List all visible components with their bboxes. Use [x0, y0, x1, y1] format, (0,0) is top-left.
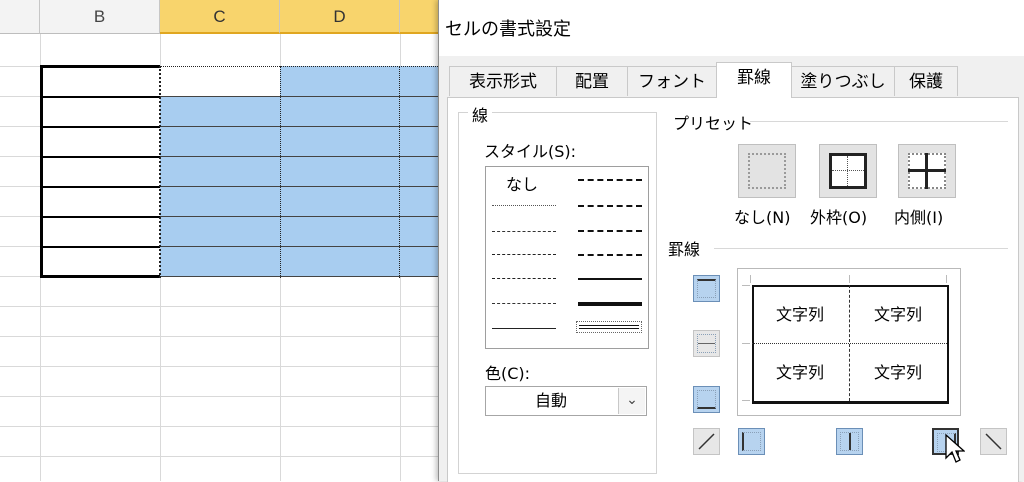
column-header-D[interactable]: D — [280, 0, 400, 34]
diagonal-up-icon — [697, 432, 716, 451]
border-inside-horizontal-button[interactable] — [693, 330, 720, 357]
border-bottom-icon — [697, 390, 716, 409]
border-left-button[interactable] — [738, 428, 765, 455]
preset-none-icon — [748, 153, 786, 189]
column-header-B[interactable]: B — [40, 0, 160, 34]
tab-fill[interactable]: 塗りつぶし — [791, 66, 895, 96]
preset-none-label[interactable]: なし(N) — [734, 204, 790, 228]
tab-font[interactable]: フォント — [627, 66, 717, 96]
border-inside-vertical-button[interactable] — [836, 428, 863, 455]
color-select[interactable]: 自動 ⌄ — [485, 386, 647, 416]
color-select-value: 自動 — [534, 391, 567, 410]
line-style-dash-dot-dot[interactable] — [492, 254, 556, 255]
selected-range[interactable] — [160, 66, 440, 276]
line-style-dashed[interactable] — [492, 303, 556, 304]
column-header-E-partial[interactable] — [400, 0, 440, 34]
line-style-medium-dash-dot[interactable] — [578, 230, 642, 232]
tab-number-format[interactable]: 表示形式 — [449, 66, 557, 96]
border-diagonal-down-button[interactable] — [980, 428, 1007, 455]
line-style-thick[interactable] — [578, 302, 642, 306]
preset-inside-icon — [908, 153, 946, 189]
tab-alignment[interactable]: 配置 — [556, 66, 628, 96]
preset-inside-label[interactable]: 内側(I) — [894, 204, 943, 228]
preset-none-button[interactable] — [738, 144, 796, 198]
column-header-A-partial[interactable] — [0, 0, 40, 34]
dialog-title: セルの書式設定 — [439, 0, 1024, 56]
border-tab-panel: 線 スタイル(S): なし 色(C): 自動 ⌄ プリセット なし(N) 外枠(… — [447, 97, 1019, 482]
presets-title: プリセット — [673, 114, 754, 133]
border-preview[interactable]: 文字列 文字列 文字列 文字列 — [737, 268, 961, 416]
line-style-list[interactable]: なし — [485, 166, 649, 349]
preview-text-2: 文字列 — [873, 305, 922, 324]
chevron-down-icon[interactable]: ⌄ — [618, 388, 645, 414]
preview-text-3: 文字列 — [775, 363, 824, 382]
color-label: 色(C): — [485, 364, 531, 383]
border-top-icon — [697, 279, 716, 298]
line-style-none[interactable]: なし — [506, 171, 538, 195]
border-title: 罫線 — [668, 240, 701, 259]
line-style-thin[interactable] — [492, 328, 556, 329]
line-group-title: 線 — [468, 102, 493, 126]
diagonal-down-icon — [984, 432, 1003, 451]
mouse-cursor-icon — [945, 434, 965, 463]
border-diagonal-up-button[interactable] — [693, 428, 720, 455]
line-style-double-selected[interactable] — [576, 321, 642, 333]
border-bottom-button[interactable] — [693, 386, 720, 413]
preview-text-1: 文字列 — [775, 305, 824, 324]
column-header-C[interactable]: C — [160, 0, 280, 34]
style-label: スタイル(S): — [484, 142, 577, 161]
line-style-hairline[interactable] — [492, 205, 556, 206]
tab-border[interactable]: 罫線 — [716, 62, 792, 98]
tab-protection[interactable]: 保護 — [894, 66, 958, 96]
preview-text-4: 文字列 — [873, 363, 922, 382]
line-style-dash-dot[interactable] — [492, 278, 556, 279]
border-top-button[interactable] — [693, 275, 720, 302]
format-cells-dialog: セルの書式設定 表示形式 配置 フォント 罫線 塗りつぶし 保護 線 スタイル(… — [438, 0, 1024, 482]
line-style-slant-dash-dot[interactable] — [578, 205, 642, 207]
preset-outline-button[interactable] — [819, 144, 877, 198]
line-style-dotted[interactable] — [492, 231, 556, 232]
line-style-medium-dash-dot-dot[interactable] — [578, 179, 642, 181]
preset-outline-icon — [829, 153, 867, 189]
border-inside-vertical-icon — [840, 432, 859, 451]
active-cell[interactable] — [160, 66, 280, 96]
preview-inner-horizontal — [752, 343, 947, 344]
line-style-medium[interactable] — [578, 278, 642, 280]
preset-inside-button[interactable] — [898, 144, 956, 198]
preset-outline-label[interactable]: 外枠(O) — [810, 204, 867, 228]
line-style-medium-dashed[interactable] — [578, 254, 642, 256]
border-left-icon — [742, 432, 761, 451]
border-inside-horizontal-icon — [697, 334, 716, 353]
